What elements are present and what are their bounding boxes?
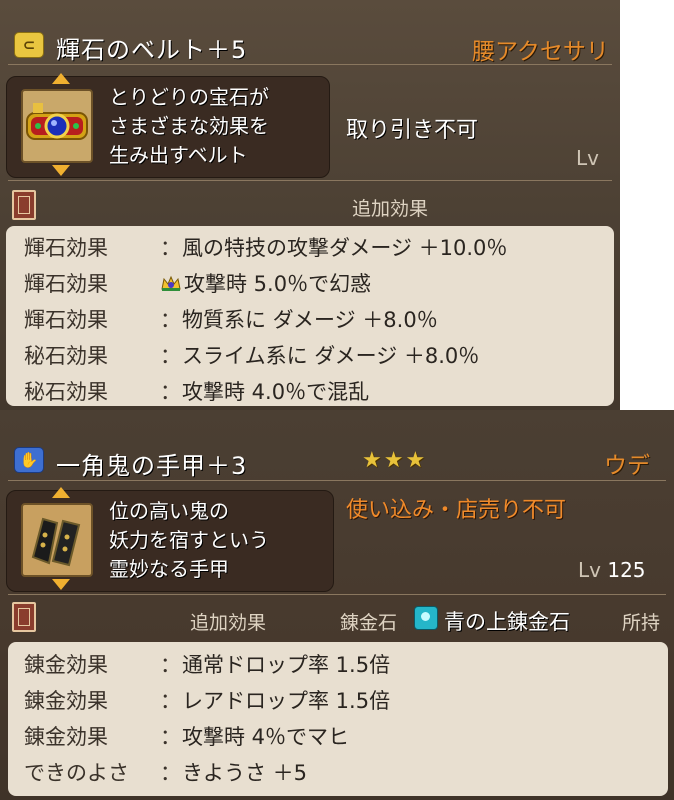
alchemy-stone-label: 錬金石 [340,612,398,634]
effect-label: できのよさ [24,761,129,785]
effect-row: 輝石効果 ： 物質系に ダメージ ＋8.0％ [24,301,507,337]
trade-status: 使い込み・店売り不可 [346,498,567,523]
effect-label: 錬金効果 [24,653,108,677]
effect-separator: ： [160,236,181,260]
effect-value: きようさ ＋5 [182,761,308,785]
effects-title: 追加効果 [190,612,267,634]
divider [8,480,666,481]
effects-list: 輝石効果 ： 風の特技の攻撃ダメージ ＋10.0％ 輝石効果 攻撃時 5.0％で… [24,229,507,409]
effect-separator: ： [160,308,181,332]
effect-row: 輝石効果 ： 風の特技の攻撃ダメージ ＋10.0％ [24,229,507,265]
effects-list: 錬金効果 ： 通常ドロップ率 1.5倍 錬金効果 ： レアドロップ率 1.5倍 … [24,646,390,790]
effect-row: 錬金効果 ： 通常ドロップ率 1.5倍 [24,646,390,682]
divider [8,64,612,65]
scroll-up-arrow-icon[interactable] [52,73,70,84]
effect-row: 錬金効果 ： 攻撃時 4％でマヒ [24,718,390,754]
effect-row: 秘石効果 ： スライム系に ダメージ ＋8.0％ [24,337,507,373]
item-name: 一角鬼の手甲＋3 [56,452,248,480]
description-line: さまざまな効果を [109,114,269,138]
effect-row: 錬金効果 ： レアドロップ率 1.5倍 [24,682,390,718]
item-image [21,89,93,163]
effect-value: レアドロップ率 1.5倍 [182,689,391,713]
effect-row: できのよさ ： きようさ ＋5 [24,754,390,790]
item-description: とりどりの宝石が さまざまな効果を 生み出すベルト [109,83,269,170]
belt-image-icon [26,103,88,140]
effect-label: 秘石効果 [24,380,108,404]
description-line: とりどりの宝石が [109,85,269,109]
effect-separator: ： [160,761,181,785]
item-image [21,503,93,577]
belt-type-icon: ⊂ [14,32,44,58]
item-tooltip-belt: ⊂ 輝石のベルト＋5 腰アクセサリ とりどりの宝石が さまざまな効果を 生み出す… [0,0,620,410]
book-icon[interactable] [12,602,36,632]
effect-value: 攻撃時 4.0％で混乱 [182,380,370,404]
owned-label: 所持 [622,612,661,634]
effect-label: 錬金効果 [24,689,108,713]
gauntlet-image-icon [31,517,81,567]
effect-label: 輝石効果 [24,236,108,260]
alchemy-stone-icon [414,606,438,630]
effect-label: 輝石効果 [24,308,108,332]
glove-type-icon: ✋ [14,447,44,473]
scroll-down-arrow-icon[interactable] [52,579,70,590]
book-icon[interactable] [12,190,36,220]
item-description: 位の高い鬼の 妖力を宿すという 霊妙なる手甲 [109,497,269,584]
effect-separator: ： [160,344,181,368]
effect-row: 秘石効果 ： 攻撃時 4.0％で混乱 [24,373,507,409]
effect-value: 風の特技の攻撃ダメージ ＋10.0％ [182,236,508,260]
item-category: ウデ [604,453,650,479]
level-value: 125 [607,558,646,582]
item-description-box: 位の高い鬼の 妖力を宿すという 霊妙なる手甲 [6,487,334,592]
level-info: Lv 125 [578,558,646,582]
effect-value: スライム系に ダメージ ＋8.0％ [182,344,480,368]
alchemy-stone-name: 青の上錬金石 [444,610,570,634]
effect-row: 輝石効果 攻撃時 5.0％で幻惑 [24,265,507,301]
effect-label: 錬金効果 [24,725,108,749]
item-name: 輝石のベルト＋5 [56,36,248,64]
description-line: 妖力を宿すという [109,528,269,552]
item-category: 腰アクセサリ [472,39,609,65]
description-line: 霊妙なる手甲 [109,557,229,581]
description-line: 生み出すベルト [109,143,248,167]
item-description-box: とりどりの宝石が さまざまな効果を 生み出すベルト [6,73,330,178]
divider [8,594,666,595]
effect-value: 攻撃時 4％でマヒ [182,725,350,749]
trade-status: 取り引き不可 [346,118,479,143]
effect-value: 攻撃時 5.0％で幻惑 [184,272,372,296]
item-tooltip-gauntlet: ✋ 一角鬼の手甲＋3 ★★★ ウデ 位の高い鬼の 妖力を宿すという 霊妙なる手甲… [0,410,674,800]
effect-separator: ： [160,689,181,713]
level-label: Lv [578,558,601,582]
scroll-down-arrow-icon[interactable] [52,165,70,176]
divider [8,180,612,181]
scroll-up-arrow-icon[interactable] [52,487,70,498]
level-label: Lv [576,146,599,170]
description-line: 位の高い鬼の [109,499,229,523]
effect-value: 通常ドロップ率 1.5倍 [182,653,391,677]
crown-icon [161,275,181,291]
effect-value: 物質系に ダメージ ＋8.0％ [182,308,438,332]
effect-label: 秘石効果 [24,344,108,368]
effect-separator: ： [160,725,181,749]
effect-separator: ： [160,653,181,677]
effect-separator: ： [160,380,181,404]
effect-label: 輝石効果 [24,272,108,296]
rarity-stars: ★★★ [362,448,428,473]
effects-title: 追加効果 [352,198,429,220]
